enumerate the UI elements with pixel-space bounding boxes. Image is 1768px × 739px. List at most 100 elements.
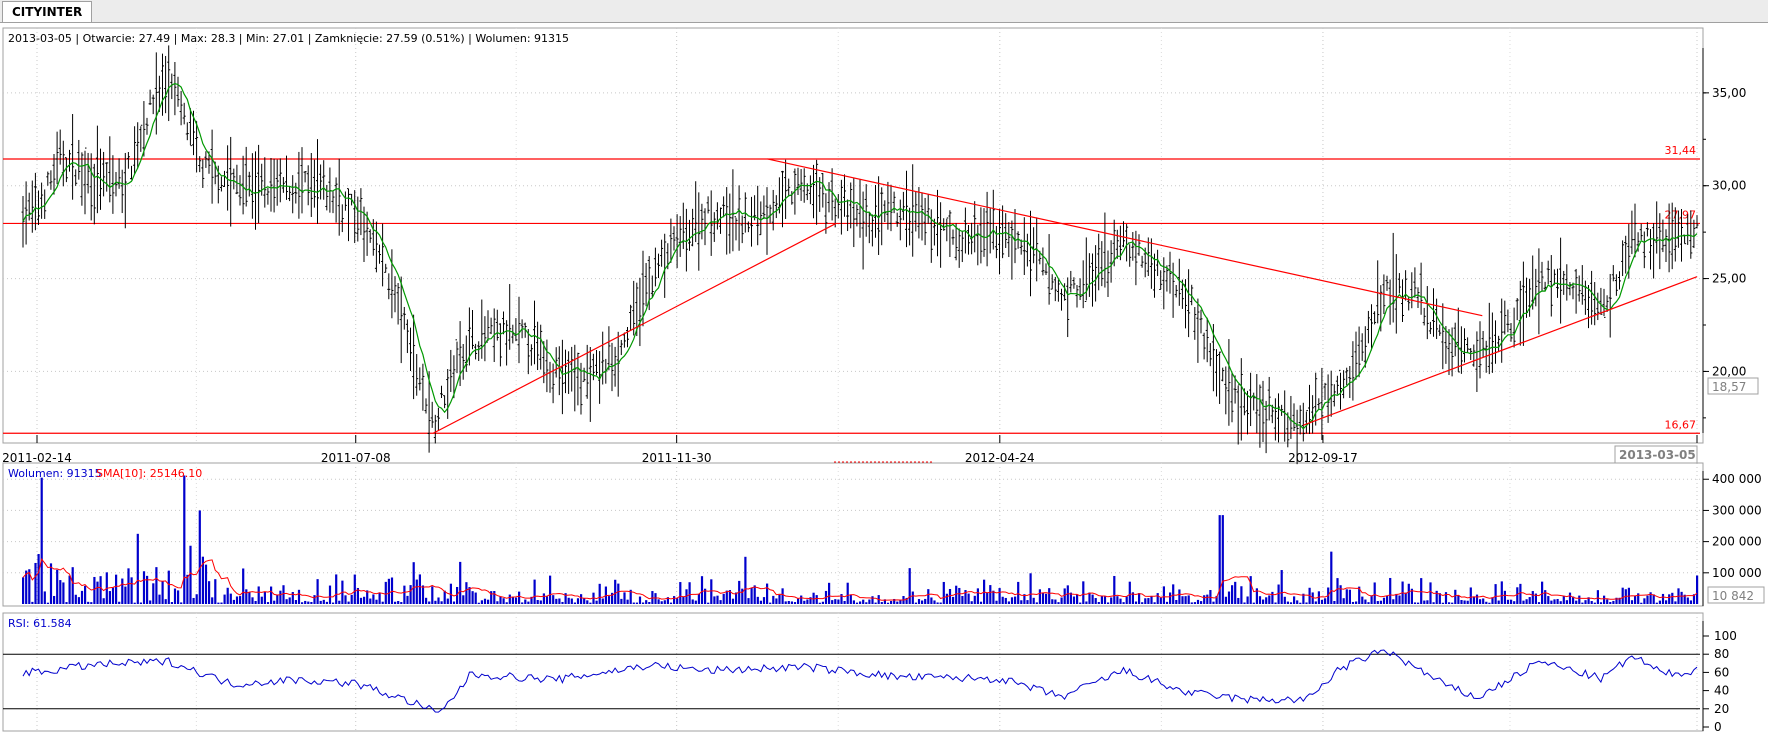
volume-bar [1686,597,1689,604]
volume-bar [1432,602,1435,604]
volume-sma-label: SMA[10]: 25146.10 [96,467,202,480]
volume-bar [1469,587,1472,604]
volume-bar [663,600,666,604]
volume-bar [1441,602,1444,604]
volume-bar [31,601,34,604]
stock-chart[interactable]: 31,4427,9716,67 2011-02-14 2011-07-08 2011… [0,0,1768,739]
volume-bar [555,598,558,604]
volume-bar [1280,570,1283,604]
volume-bar [226,587,229,604]
volume-bar [1457,595,1460,604]
price-info-text: 2013-03-05 | Otwarcie: 27.49 | Max: 28.3… [8,32,569,45]
volume-bar [425,597,428,604]
volume-bar [967,593,970,604]
volume-bar [1575,600,1578,604]
volume-bar [49,563,53,604]
volume-bar [412,562,415,604]
volume-bar [1277,584,1280,604]
volume-bar [223,594,226,604]
volume-bar [279,590,282,604]
volume-bar [1103,596,1107,604]
volume-bar [192,597,195,604]
volume-bar [1187,595,1190,604]
volume-bar [111,587,115,604]
volume-bar [725,590,728,604]
volume-bar [1671,592,1674,604]
volume-bar [1413,602,1417,604]
volume-bar [1320,599,1324,604]
volume-bar [1640,602,1643,604]
volume-bar [480,600,483,604]
volume-bar [762,597,766,604]
volume-bar [1305,602,1308,604]
volume-bar [797,598,800,604]
volume-bar [496,601,499,604]
volume-bar [821,601,824,604]
volume-bar [177,590,180,604]
volume-bar [403,585,406,604]
volume-bar [1674,601,1677,604]
volume-bar [800,595,803,604]
volume-bar [1510,599,1513,604]
volume-bar [263,591,266,604]
volume-bar [152,583,155,604]
volume-bar [1355,601,1358,604]
volume-bar [161,580,164,604]
volume-bar [164,599,167,604]
volume-bar [638,596,642,604]
volume-bar [775,598,778,604]
volume-bar [443,590,446,604]
volume-bar [927,589,930,604]
volume-bar [1085,601,1088,604]
volume-bar [818,602,821,604]
volume-bar [586,600,589,604]
volume-bar [239,596,242,604]
volume-bar [1382,597,1386,604]
volume-bar [1386,595,1389,604]
volume-bar [158,594,161,604]
volume-bar [921,600,924,604]
volume-bar [831,600,834,604]
volume-bar [567,597,570,604]
volume-bar [1634,595,1637,604]
volume-bar [1556,598,1559,604]
volume-bar [868,599,871,604]
volume-current-value: 10 842 [1712,589,1754,603]
volume-bar [1423,600,1426,604]
volume-bar [208,581,211,604]
volume-bar [890,600,893,604]
volume-bar [282,585,285,604]
volume-bar [400,602,403,604]
volume-bar [1038,589,1041,604]
volume-bar [589,602,592,604]
volume-bar [1178,589,1181,604]
volume-bar [142,571,146,604]
volume-bar [852,600,855,604]
volume-bar [254,601,257,604]
volume-bar [533,579,536,604]
volume-bar [958,587,961,604]
volume-bar [1165,601,1169,604]
volume-bar [1268,595,1271,604]
volume-bar [121,578,124,604]
volume-bar [446,598,449,604]
volume-bar [359,597,363,604]
volume-bar [1593,602,1596,604]
volume-bar [1243,602,1246,604]
volume-bar [1398,595,1401,604]
volume-bar [347,601,350,604]
volume-bar [781,588,784,604]
volume-bar [778,594,781,604]
volume-bar [232,599,235,604]
volume-bar [759,600,762,604]
volume-bar [68,575,71,604]
volume-bar [595,600,598,604]
volume-bar [217,602,220,604]
volume-bar [406,595,409,604]
volume-bar [716,595,719,604]
volume-bar [1162,586,1165,604]
volume-bar [99,576,102,604]
volume-bar [1404,592,1407,604]
x-tick-label: 2012-09-17 [1288,451,1358,465]
volume-y-tick-label: 300 000 [1712,503,1762,517]
